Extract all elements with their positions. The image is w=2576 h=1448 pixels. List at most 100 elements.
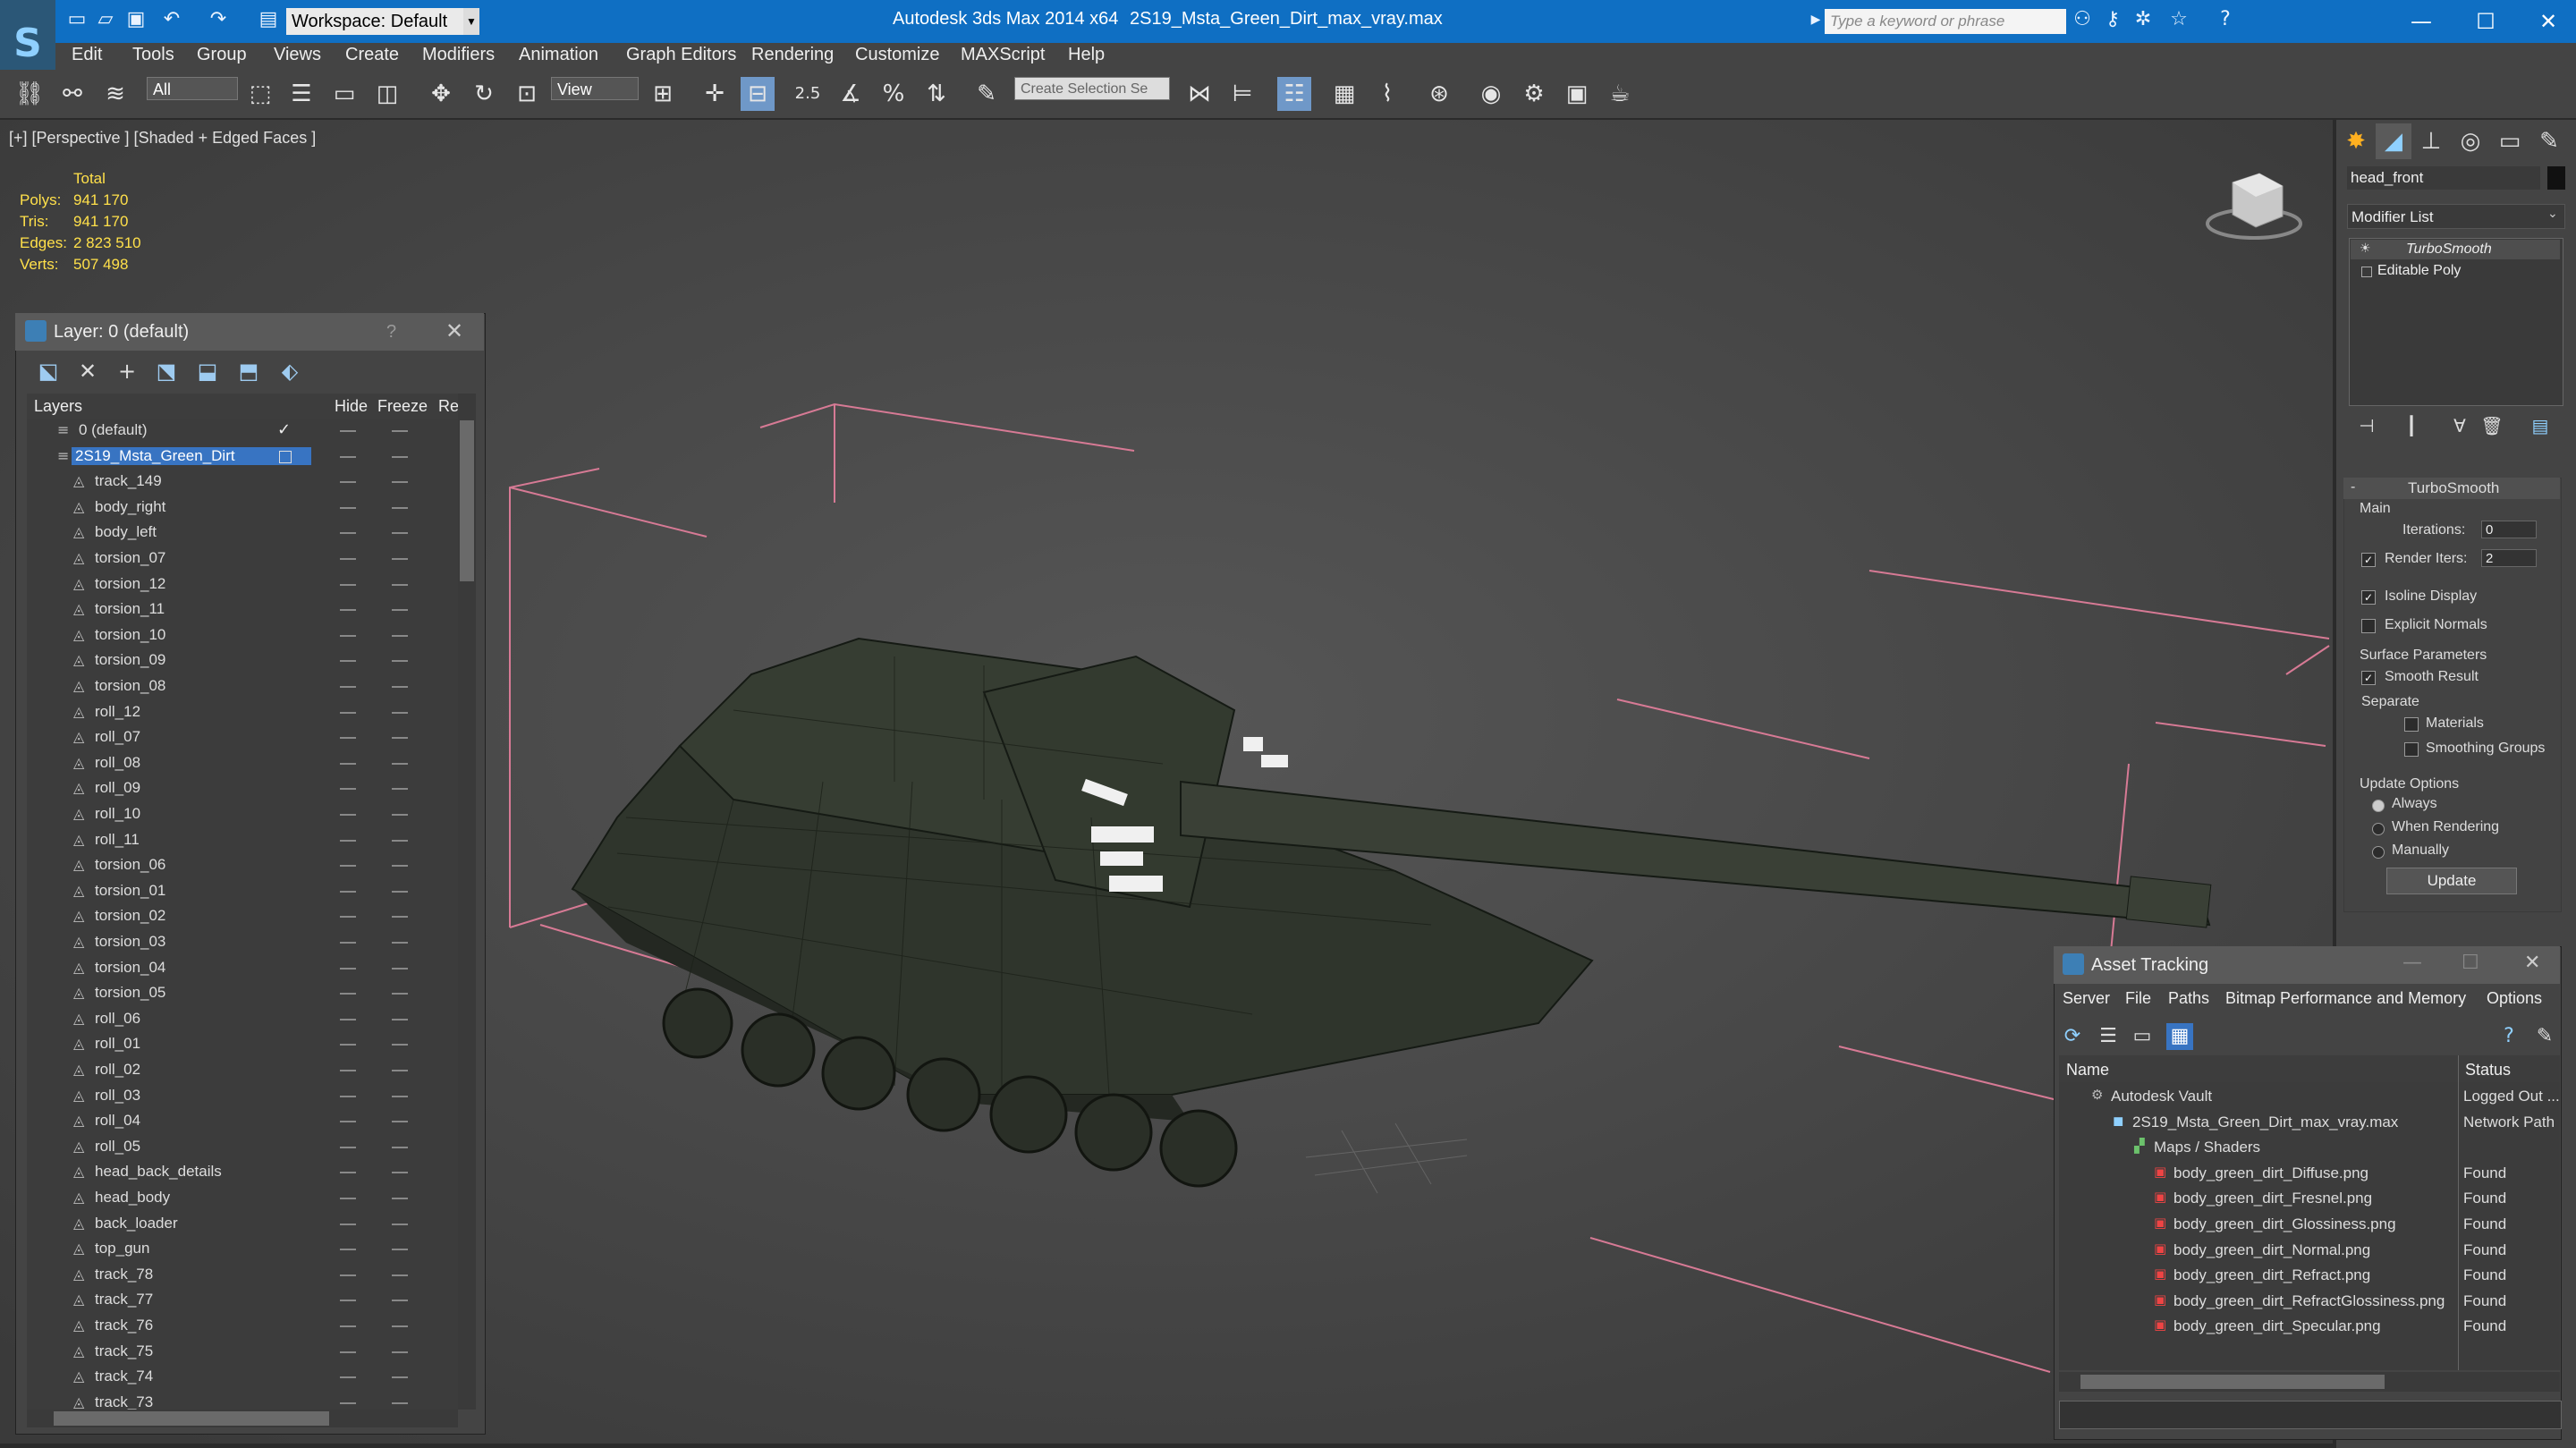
object-row[interactable]: ◬ torsion_05 — [27, 981, 458, 1006]
undo-icon[interactable]: ↶ — [161, 9, 182, 30]
hide-toggle[interactable] — [340, 660, 356, 663]
freeze-toggle[interactable] — [392, 1274, 408, 1276]
menu-edit[interactable]: Edit — [72, 45, 102, 65]
hide-toggle[interactable] — [340, 993, 356, 995]
object-row[interactable]: ◬ roll_01 — [27, 1032, 458, 1057]
hide-toggle[interactable] — [340, 942, 356, 944]
render-production-icon[interactable]: ☕ — [1603, 77, 1637, 111]
move-icon[interactable]: ✥ — [424, 77, 458, 111]
explicit-normals-checkbox[interactable] — [2361, 619, 2376, 633]
add-to-layer-icon[interactable]: + — [111, 356, 143, 386]
object-row[interactable]: ◬ track_74 — [27, 1365, 458, 1390]
freeze-toggle[interactable] — [392, 455, 408, 458]
save-icon[interactable]: ▣ — [125, 9, 147, 30]
help-icon[interactable]: ? — [2496, 1023, 2522, 1050]
when-rendering-radio[interactable] — [2372, 823, 2385, 835]
hide-toggle[interactable] — [340, 634, 356, 637]
hide-toggle[interactable] — [340, 1249, 356, 1251]
expand-icon[interactable] — [2361, 267, 2372, 277]
unlink-icon[interactable]: ⚯ — [55, 77, 89, 111]
object-row[interactable]: ◬ roll_09 — [27, 776, 458, 801]
hide-toggle[interactable] — [340, 1070, 356, 1071]
align-icon[interactable]: ⊨ — [1225, 77, 1259, 111]
freeze-toggle[interactable] — [392, 711, 408, 714]
at-menu-bitmap-performance[interactable]: Bitmap Performance and Memory — [2225, 989, 2466, 1008]
freeze-toggle[interactable] — [392, 1249, 408, 1251]
object-row[interactable]: ◬ roll_08 — [27, 751, 458, 776]
select-manipulate-icon[interactable]: ✛ — [698, 77, 732, 111]
object-row[interactable]: ◬ roll_06 — [27, 1007, 458, 1032]
hide-toggle[interactable] — [340, 1018, 356, 1020]
angle-snap-icon[interactable]: ∡ — [834, 77, 868, 111]
freeze-toggle[interactable] — [392, 762, 408, 765]
at-menu-options[interactable]: Options — [2487, 989, 2542, 1008]
object-row[interactable]: ◬ body_left — [27, 521, 458, 546]
freeze-toggle[interactable] — [392, 1300, 408, 1302]
freeze-toggle[interactable] — [392, 1325, 408, 1327]
freeze-toggle[interactable] — [392, 1121, 408, 1123]
asset-row[interactable]: ▣ body_green_dirt_Normal.png Found — [2059, 1238, 2560, 1263]
freeze-toggle[interactable] — [392, 1095, 408, 1097]
create-layer-icon[interactable]: ⬕ — [32, 356, 64, 386]
hide-toggle[interactable] — [340, 1146, 356, 1148]
pivot-center-icon[interactable]: ⊞ — [646, 77, 680, 111]
menu-animation[interactable]: Animation — [519, 45, 598, 65]
hide-toggle[interactable] — [340, 1095, 356, 1097]
hide-toggle[interactable] — [340, 1121, 356, 1123]
menu-tools[interactable]: Tools — [132, 45, 174, 65]
snaps-toggle-icon[interactable]: 2.5 — [791, 77, 825, 111]
object-row[interactable]: ◬ torsion_04 — [27, 956, 458, 981]
hide-toggle[interactable] — [340, 1376, 356, 1379]
freeze-toggle[interactable] — [392, 634, 408, 637]
edit-named-selection-icon[interactable]: ✎ — [970, 77, 1004, 111]
asset-row[interactable]: ◼ 2S19_Msta_Green_Dirt_max_vray.max Networ… — [2059, 1110, 2560, 1135]
object-row[interactable]: ◬ torsion_07 — [27, 546, 458, 572]
hide-toggle[interactable] — [340, 558, 356, 560]
pin-icon[interactable]: ✎ — [2531, 1023, 2558, 1050]
search-input[interactable]: Type a keyword or phrase — [1825, 9, 2066, 34]
menu-group[interactable]: Group — [197, 45, 247, 65]
hide-all-layers-icon[interactable]: ⬒ — [233, 356, 265, 386]
layer-scroll-thumb[interactable] — [460, 420, 474, 581]
render-setup-icon[interactable]: ⚙ — [1517, 77, 1551, 111]
menu-help[interactable]: Help — [1068, 45, 1105, 65]
reference-coordinate-dropdown[interactable]: View — [551, 77, 639, 100]
remove-modifier-icon[interactable]: 🗑 — [2474, 408, 2510, 444]
select-in-layer-icon[interactable]: ⬔ — [150, 356, 182, 386]
chevron-down-icon[interactable]: ▼ — [463, 8, 479, 35]
render-frame-icon[interactable]: ▣ — [1560, 77, 1594, 111]
object-row[interactable]: ◬ torsion_09 — [27, 648, 458, 673]
set-active-layer-checkbox[interactable] — [279, 450, 292, 463]
material-editor-icon[interactable]: ◉ — [1474, 77, 1508, 111]
hide-toggle[interactable] — [340, 481, 356, 484]
hide-toggle[interactable] — [340, 455, 356, 458]
hide-toggle[interactable] — [340, 1223, 356, 1225]
object-row[interactable]: ◬ torsion_11 — [27, 597, 458, 622]
freeze-toggle[interactable] — [392, 1198, 408, 1199]
object-row[interactable]: ◬ body_right — [27, 495, 458, 521]
smooth-result-checkbox[interactable]: ✓ — [2361, 671, 2376, 685]
help-icon[interactable]: ? — [2215, 9, 2236, 30]
details-view-icon[interactable]: ▭ — [2129, 1023, 2156, 1050]
hide-toggle[interactable] — [340, 1198, 356, 1199]
menu-views[interactable]: Views — [274, 45, 321, 65]
menu-customize[interactable]: Customize — [855, 45, 939, 65]
stack-item-editable-poly[interactable]: Editable Poly — [2377, 263, 2461, 279]
asset-row[interactable]: ▣ body_green_dirt_Specular.png Found — [2059, 1314, 2560, 1339]
project-folder-icon[interactable]: ▤ — [258, 9, 279, 30]
freeze-toggle[interactable] — [392, 1351, 408, 1353]
asset-row[interactable]: ▣ body_green_dirt_RefractGlossiness.png Fo… — [2059, 1289, 2560, 1314]
select-object-icon[interactable]: ⬚ — [243, 77, 277, 111]
hide-toggle[interactable] — [340, 609, 356, 612]
freeze-toggle[interactable] — [392, 890, 408, 893]
create-tab-icon[interactable]: ✸ — [2338, 123, 2374, 159]
asset-row[interactable]: ▞ Maps / Shaders — [2059, 1135, 2560, 1160]
hide-toggle[interactable] — [340, 1351, 356, 1353]
select-by-name-icon[interactable]: ☰ — [284, 77, 318, 111]
freeze-toggle[interactable] — [392, 814, 408, 816]
window-crossing-icon[interactable]: ◫ — [370, 77, 404, 111]
freeze-toggle[interactable] — [392, 865, 408, 868]
asset-row[interactable]: ▣ body_green_dirt_Diffuse.png Found — [2059, 1161, 2560, 1186]
freeze-toggle[interactable] — [392, 1070, 408, 1071]
column-layers[interactable]: Layers — [34, 397, 82, 416]
